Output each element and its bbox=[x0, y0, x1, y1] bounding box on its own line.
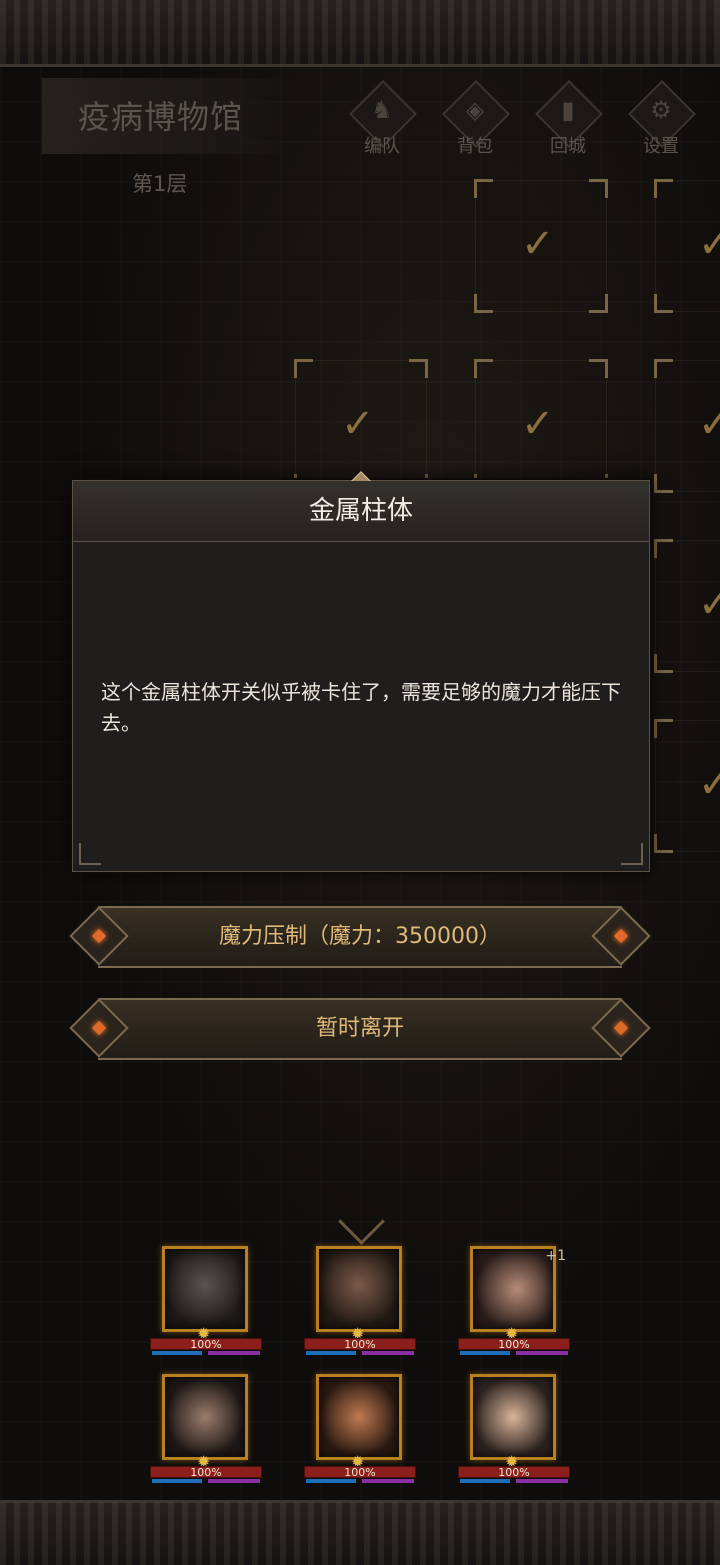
hero-hp-bar: 100% bbox=[304, 1466, 416, 1478]
bag-icon: ◈ bbox=[465, 96, 485, 124]
hero-portrait bbox=[316, 1246, 402, 1332]
team-formation-label: 编队 bbox=[364, 136, 400, 157]
bottom-frame-border bbox=[0, 1500, 720, 1565]
top-navigation: ♞ 编队 ◈ 背包 ▮ 回城 ⚙ 设置 bbox=[342, 80, 720, 162]
horned-helmet-icon: ♞ bbox=[371, 96, 393, 124]
map-cell[interactable]: ✓ bbox=[654, 719, 720, 853]
mana-suppress-label: 魔力压制（魔力：350000） bbox=[219, 924, 501, 949]
top-frame-border bbox=[0, 0, 720, 67]
hero-portrait bbox=[470, 1374, 556, 1460]
leave-button[interactable]: 暂时离开 bbox=[69, 998, 651, 1060]
checkmark-icon: ✓ bbox=[521, 221, 555, 267]
hero-portrait bbox=[316, 1374, 402, 1460]
return-to-city-label: 回城 bbox=[550, 136, 586, 157]
checkmark-icon: ✓ bbox=[698, 761, 720, 807]
event-dialog: 金属柱体 这个金属柱体开关似乎被卡住了，需要足够的魔力才能压下去。 bbox=[72, 471, 650, 872]
hero-slot-3[interactable]: +1 ✹ 100% bbox=[458, 1246, 570, 1356]
checkmark-icon: ✓ bbox=[698, 401, 720, 447]
location-name: 疫病博物馆 bbox=[78, 98, 244, 136]
return-to-city-button[interactable]: ▮ 回城 bbox=[530, 80, 606, 158]
team-formation-button[interactable]: ♞ 编队 bbox=[344, 80, 420, 158]
leave-label: 暂时离开 bbox=[315, 1016, 404, 1041]
map-cell[interactable]: ✓ bbox=[654, 359, 720, 493]
hero-slot-5[interactable]: ✹ 100% bbox=[304, 1374, 416, 1484]
checkmark-icon: ✓ bbox=[341, 401, 375, 447]
backpack-button[interactable]: ◈ 背包 bbox=[437, 80, 513, 158]
hero-portrait bbox=[162, 1246, 248, 1332]
door-icon: ▮ bbox=[561, 96, 575, 124]
gear-icon: ⚙ bbox=[650, 96, 672, 124]
dialog-message: 这个金属柱体开关似乎被卡住了，需要足够的魔力才能压下去。 bbox=[101, 680, 621, 735]
backpack-label: 背包 bbox=[457, 136, 493, 157]
hero-hp-bar: 100% bbox=[304, 1338, 416, 1350]
hero-slot-2[interactable]: ✹ 100% bbox=[304, 1246, 416, 1356]
floor-label: 第1层 bbox=[132, 172, 188, 196]
checkmark-icon: ✓ bbox=[698, 221, 720, 267]
mana-suppress-button[interactable]: 魔力压制（魔力：350000） bbox=[69, 906, 651, 968]
hero-bonus-badge: +1 bbox=[545, 1248, 566, 1264]
map-cell[interactable]: ✓ bbox=[654, 539, 720, 673]
checkmark-icon: ✓ bbox=[698, 581, 720, 627]
map-cell[interactable]: ✓ bbox=[474, 179, 608, 313]
checkmark-icon: ✓ bbox=[521, 401, 555, 447]
hero-slot-1[interactable]: ✹ 100% bbox=[150, 1246, 262, 1356]
map-cell[interactable]: ✓ bbox=[474, 359, 608, 493]
hero-slot-6[interactable]: ✹ 100% bbox=[458, 1374, 570, 1484]
hero-portrait bbox=[162, 1374, 248, 1460]
hero-hp-bar: 100% bbox=[458, 1466, 570, 1478]
settings-label: 设置 bbox=[643, 136, 679, 157]
dialog-title: 金属柱体 bbox=[73, 481, 649, 542]
map-cell[interactable]: ✓ bbox=[654, 179, 720, 313]
hero-portrait bbox=[470, 1246, 556, 1332]
hero-slot-4[interactable]: ✹ 100% bbox=[150, 1374, 262, 1484]
hero-hp-bar: 100% bbox=[150, 1466, 262, 1478]
hero-hp-bar: 100% bbox=[458, 1338, 570, 1350]
hero-hp-bar: 100% bbox=[150, 1338, 262, 1350]
settings-button[interactable]: ⚙ 设置 bbox=[623, 80, 699, 158]
